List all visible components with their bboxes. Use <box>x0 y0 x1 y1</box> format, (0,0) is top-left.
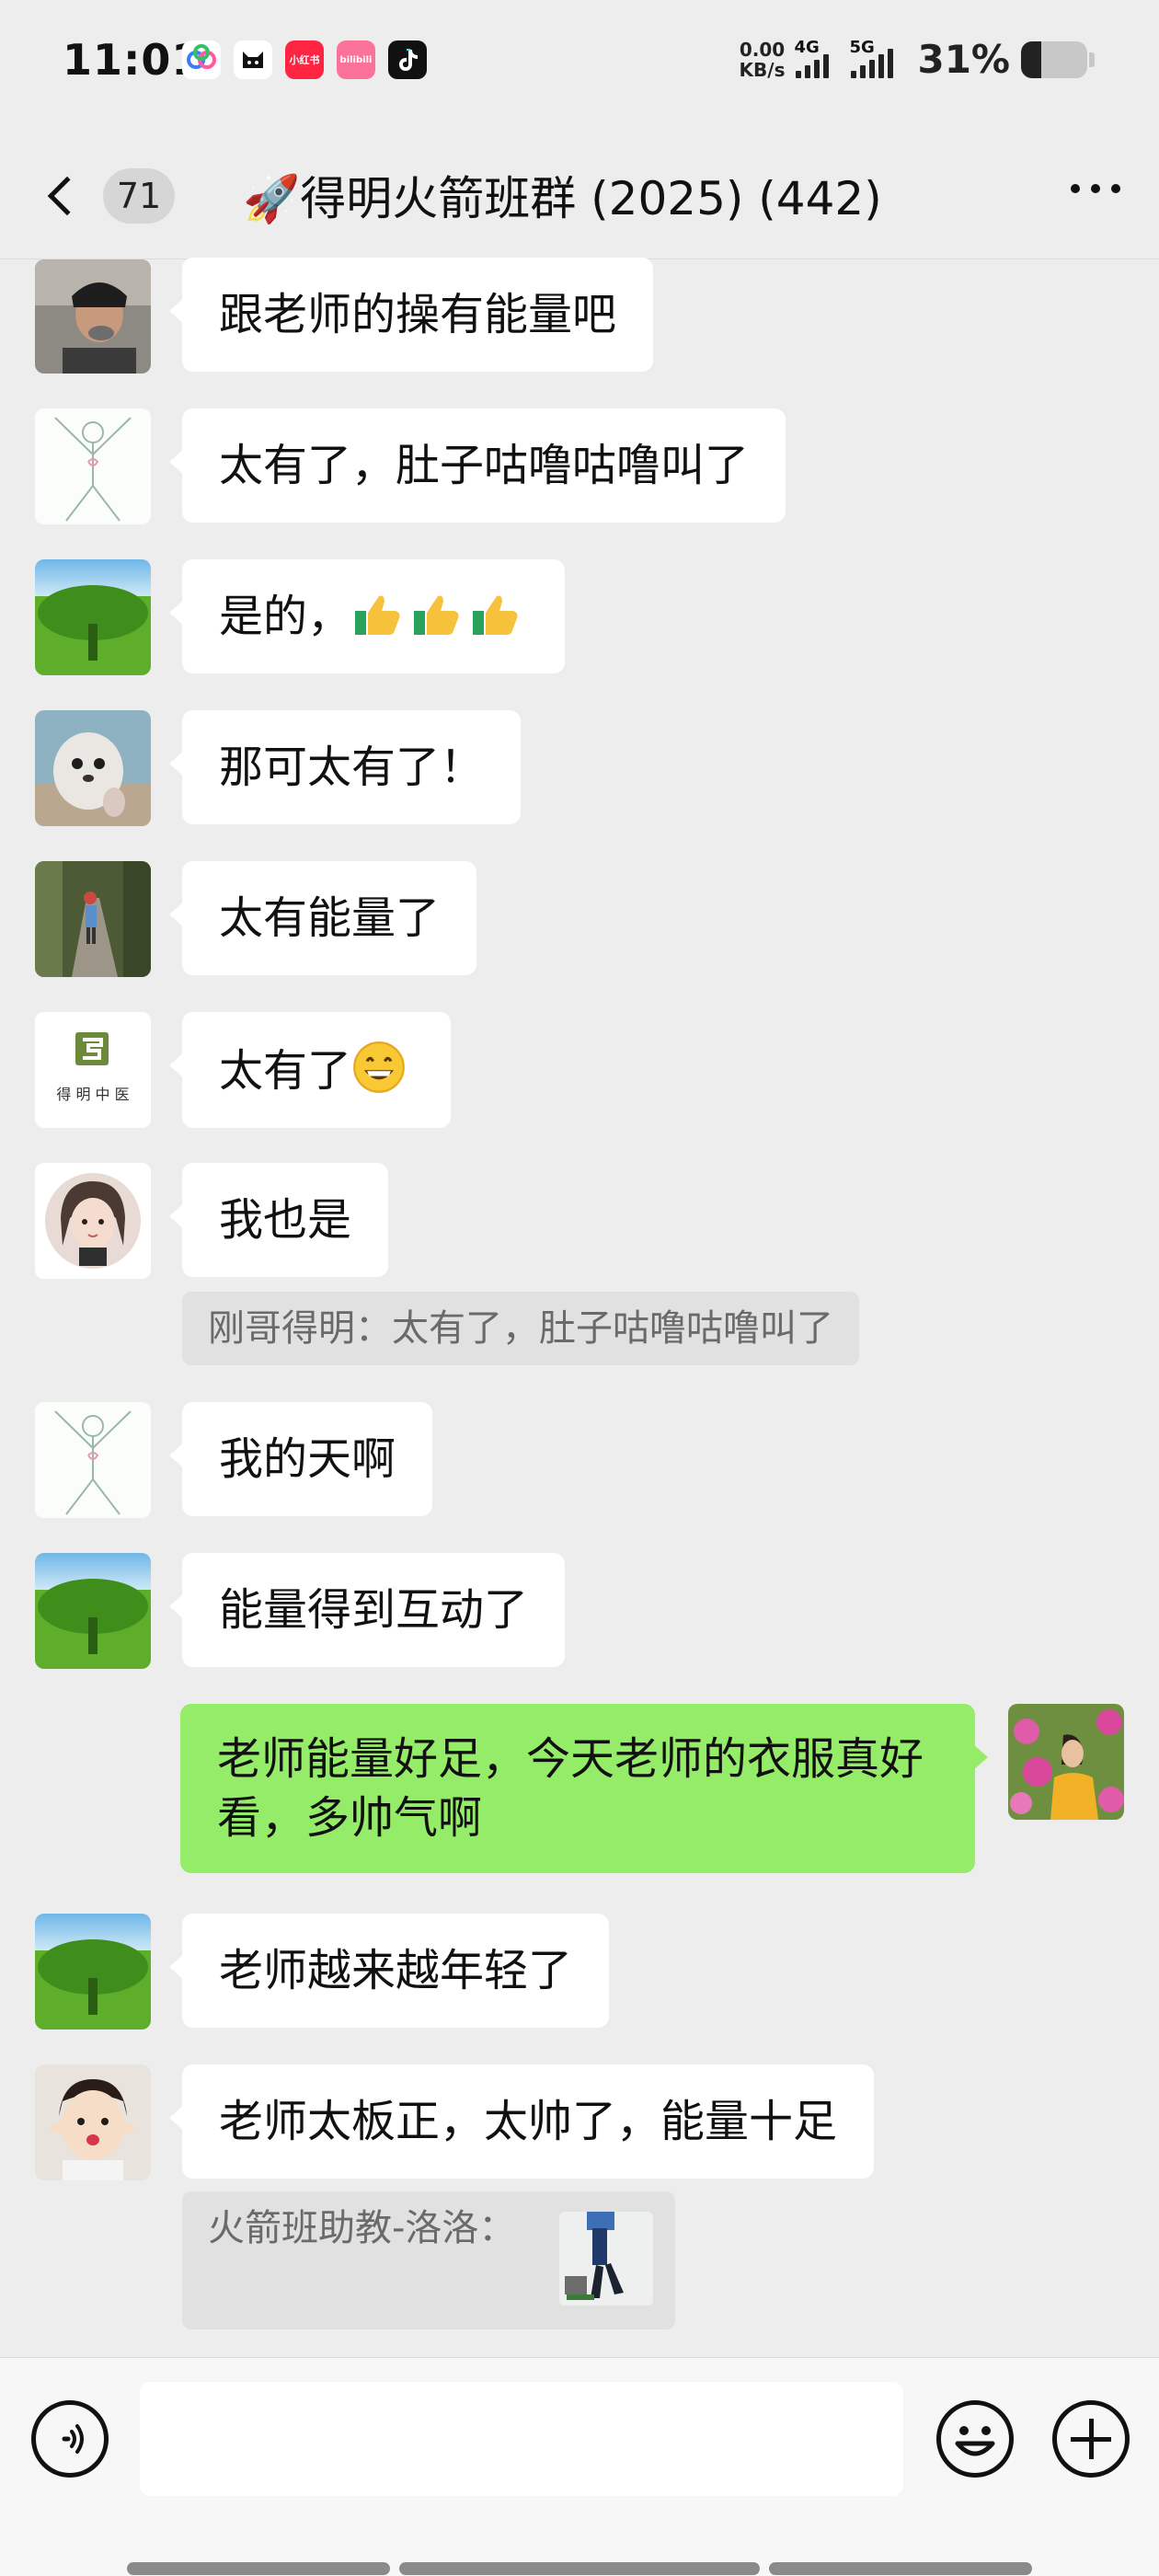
thumbs-up-icon <box>355 595 400 635</box>
avatar[interactable] <box>35 1553 151 1669</box>
message-bubble-self[interactable]: 老师能量好足，今天老师的衣服真好看，多帅气啊 <box>180 1704 988 1873</box>
message-bubble[interactable]: 那可太有了！ <box>168 710 522 824</box>
back-chevron-icon <box>47 176 87 216</box>
status-app-icons: 小红书 bilibili <box>182 40 427 79</box>
avatar-logo-text: 得 明 中 医 <box>56 1086 130 1103</box>
quoted-message[interactable]: 火箭班助教-洛洛： <box>182 2191 675 2329</box>
back-button[interactable]: 71 <box>40 166 188 226</box>
status-bar: 11:01 小红书 bilibili 0.00 KB/s 4G 5G 31% <box>0 0 1159 129</box>
net-speed-unit: KB/s <box>739 58 786 81</box>
signal-4g-label: 4G <box>794 37 820 57</box>
grin-emoji-icon <box>353 1041 405 1093</box>
message-bubble[interactable]: 老师越来越年轻了 <box>168 1914 610 2028</box>
status-right-cluster: 0.00 KB/s 4G 5G 31% <box>740 37 1095 82</box>
message-bubble[interactable]: 老师太板正，太帅了，能量十足 <box>168 2064 875 2179</box>
message-bubble[interactable]: 我也是 <box>168 1163 389 1277</box>
app-baidu-icon <box>182 40 221 79</box>
message-bubble[interactable]: 太有了，肚子咕噜咕噜叫了 <box>168 408 786 523</box>
avatar[interactable] <box>35 1163 151 1279</box>
message-bubble[interactable]: 能量得到互动了 <box>168 1553 566 1667</box>
thumbs-up-icon <box>414 595 459 635</box>
nav-gesture-bar-center <box>399 2562 760 2575</box>
battery-percent: 31% <box>917 37 1010 82</box>
nav-gesture-bar-left <box>127 2562 390 2575</box>
thumbs-up-icon <box>473 595 518 635</box>
avatar[interactable] <box>35 559 151 675</box>
avatar[interactable] <box>35 1402 151 1518</box>
message-bubble[interactable]: 是的， <box>168 559 566 673</box>
avatar[interactable] <box>35 1914 151 2030</box>
signal-5g-label: 5G <box>849 37 875 57</box>
message-text: 太有了 <box>219 1045 352 1097</box>
avatar[interactable] <box>35 2064 151 2180</box>
battery-icon <box>1021 40 1087 78</box>
message-bubble[interactable]: 我的天啊 <box>168 1402 433 1516</box>
message-bubble[interactable]: 太有能量了 <box>168 861 477 975</box>
avatar-self[interactable] <box>1008 1704 1124 1820</box>
app-tiktok-icon <box>388 40 427 79</box>
app-xiaohongshu-icon: 小红书 <box>285 40 324 79</box>
plus-icon[interactable] <box>1052 2400 1130 2478</box>
signal-5g-icon: 5G <box>849 37 906 78</box>
message-bubble[interactable]: 太有了 <box>168 1012 452 1128</box>
message-bubble[interactable]: 跟老师的操有能量吧 <box>168 258 654 372</box>
avatar[interactable] <box>35 259 151 374</box>
avatar[interactable] <box>35 408 151 524</box>
quoted-message[interactable]: 刚哥得明：太有了，肚子咕噜咕噜叫了 <box>182 1292 859 1365</box>
quoted-image-thumbnail[interactable] <box>559 2212 653 2306</box>
avatar[interactable] <box>35 861 151 977</box>
net-speed-value: 0.00 <box>739 38 786 61</box>
status-time: 11:01 <box>63 35 202 85</box>
nav-gesture-bar-right <box>769 2562 1032 2575</box>
message-input[interactable] <box>140 2382 903 2496</box>
app-cat-icon <box>234 40 272 79</box>
avatar[interactable]: 得 明 中 医 <box>35 1012 151 1128</box>
chat-header: 71 🚀得明火箭班群 (2025) (442) <box>0 129 1159 259</box>
net-speed: 0.00 KB/s <box>740 40 786 80</box>
message-text: 是的， <box>219 591 352 642</box>
voice-icon[interactable] <box>31 2400 109 2478</box>
app-bilibili-icon: bilibili <box>337 40 375 79</box>
signal-4g-icon: 4G <box>794 37 840 78</box>
avatar[interactable] <box>35 710 151 826</box>
unread-count-badge: 71 <box>103 168 175 224</box>
quoted-message-sender: 火箭班助教-洛洛： <box>208 2207 516 2249</box>
chat-title[interactable]: 🚀得明火箭班群 (2025) (442) <box>243 162 924 228</box>
more-icon[interactable] <box>1071 184 1120 193</box>
battery-cap <box>1089 52 1095 67</box>
emoji-icon[interactable] <box>936 2400 1014 2478</box>
input-bar <box>0 2357 1159 2576</box>
battery-fill <box>1021 40 1042 78</box>
